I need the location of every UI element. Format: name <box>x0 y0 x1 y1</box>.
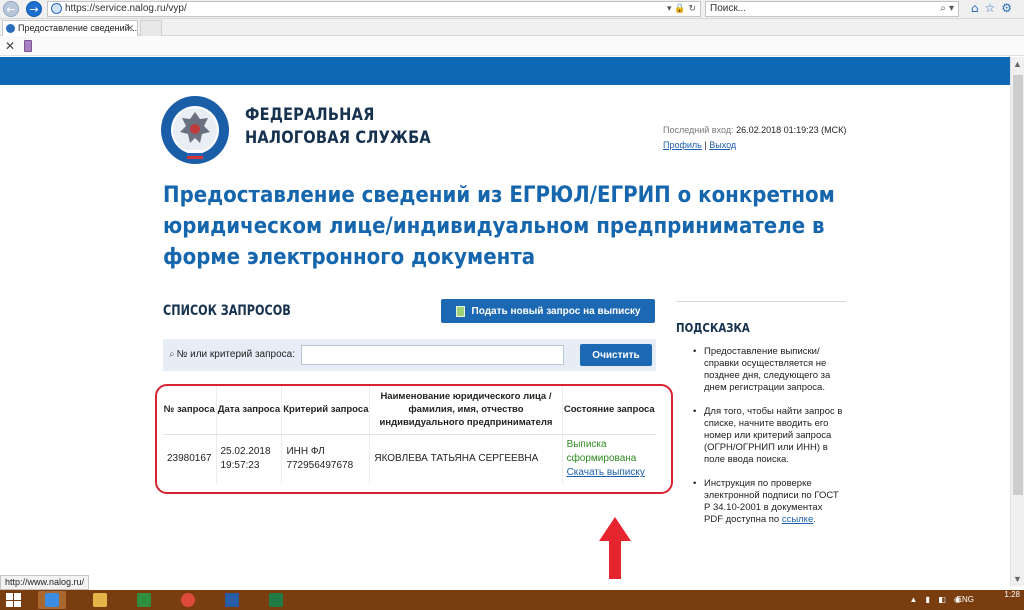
command-bar: ✕ <box>0 36 1024 56</box>
arrow-left-icon: ← <box>6 2 16 16</box>
scroll-up-icon[interactable]: ▲ <box>1013 59 1022 69</box>
close-icon[interactable]: ✕ <box>5 39 15 53</box>
hint-item-text: Инструкция по проверке электронной подпи… <box>704 478 839 525</box>
request-number: 23980167 <box>163 434 217 484</box>
lock-refresh-icons[interactable]: ▾ 🔒 ↻ <box>667 2 696 16</box>
red-up-arrow-icon <box>599 517 631 579</box>
hint-item: Для того, чтобы найти запрос в списке, н… <box>693 406 843 466</box>
column-header-number: № запроса <box>163 386 217 435</box>
browser-tab-active[interactable]: Предоставление сведений... ✕ <box>2 20 138 36</box>
new-request-button[interactable]: Подать новый запрос на выписку <box>441 299 655 323</box>
windows-taskbar: ▲ ▮ ◧ ◉ ENG 1:28 <box>0 590 1024 610</box>
org-name-line2: НАЛОГОВАЯ СЛУЖБА <box>245 128 431 148</box>
column-header-date: Дата запроса <box>216 386 283 435</box>
hint-link-suffix: . <box>813 514 816 525</box>
request-date: 25.02.2018 19:57:23 <box>216 434 283 484</box>
favicon-icon <box>6 24 15 33</box>
back-button[interactable]: ← <box>3 1 19 17</box>
request-search-input[interactable] <box>301 345 564 365</box>
forward-button[interactable]: → <box>26 1 42 17</box>
last-login-label: Последний вход: <box>663 125 734 135</box>
extension-icon[interactable] <box>24 40 32 52</box>
browser-nav-bar: ← → https://service.nalog.ru/vyp/ ▾ 🔒 ↻ … <box>0 0 1024 19</box>
taskbar-ie-icon[interactable] <box>38 591 66 609</box>
taskbar-explorer-icon[interactable] <box>86 591 114 609</box>
new-tab-button[interactable] <box>140 20 162 36</box>
address-url: https://service.nalog.ru/vyp/ <box>65 3 187 14</box>
column-header-name: Наименование юридического лица / фамилия… <box>369 386 563 435</box>
filter-label: ⌕ № или критерий запроса: <box>169 349 295 360</box>
tab-strip: Предоставление сведений... ✕ <box>0 19 1024 36</box>
download-extract-link[interactable]: Скачать выписку <box>567 467 645 478</box>
requests-table: № запроса Дата запроса Критерий запроса … <box>163 386 656 486</box>
status-line2: сформирована <box>566 453 637 465</box>
clear-button[interactable]: Очистить <box>580 344 652 366</box>
address-bar[interactable]: https://service.nalog.ru/vyp/ ▾ 🔒 ↻ <box>47 1 701 17</box>
site-top-band <box>0 57 1010 85</box>
org-name: ФЕДЕРАЛЬНАЯ НАЛОГОВАЯ СЛУЖБА <box>245 104 431 150</box>
last-login: Последний вход: 26.02.2018 01:19:23 (МСК… <box>663 125 846 135</box>
search-icon: ⌕ <box>169 349 175 360</box>
request-date-day: 25.02.2018 <box>220 446 271 458</box>
taskbar-excel-icon[interactable] <box>262 591 290 609</box>
entity-name: ЯКОВЛЕВА ТАТЬЯНА СЕРГЕЕВНА <box>369 434 563 484</box>
org-name-line1: ФЕДЕРАЛЬНАЯ <box>245 105 375 125</box>
logout-link[interactable]: Выход <box>709 140 736 150</box>
request-criterion: ИНН ФЛ 772956497678 <box>281 434 371 484</box>
search-placeholder: Поиск... <box>710 3 747 14</box>
profile-link[interactable]: Профиль <box>663 140 702 150</box>
fns-emblem-logo[interactable] <box>160 95 230 165</box>
tab-title: Предоставление сведений... <box>18 23 138 33</box>
home-favorites-settings-icons[interactable]: ⌂☆⚙ <box>971 1 1018 15</box>
hint-heading: ПОДСКАЗКА <box>676 320 750 335</box>
request-status: Выписка сформирована Скачать выписку <box>562 434 656 484</box>
hint-item: Предоставление выписки/справки осуществл… <box>693 346 843 394</box>
hint-list: Предоставление выписки/справки осуществл… <box>693 346 843 538</box>
page-title-text: Предоставление сведений из ЕГРЮЛ/ЕГРИП о… <box>163 182 835 270</box>
document-icon <box>455 305 465 317</box>
status-line1: Выписка <box>566 439 607 451</box>
filter-label-text: № или критерий запроса: <box>176 349 295 360</box>
new-request-label: Подать новый запрос на выписку <box>471 305 641 317</box>
column-header-criterion: Критерий запроса <box>281 386 371 435</box>
arrow-right-icon: → <box>29 2 39 16</box>
column-header-status: Состояние запроса <box>562 386 656 435</box>
language-indicator[interactable]: ENG <box>957 595 974 604</box>
hint-item: Инструкция по проверке электронной подпи… <box>693 478 843 526</box>
taskbar-project-icon[interactable] <box>130 591 158 609</box>
scroll-down-icon[interactable]: ▼ <box>1013 574 1022 584</box>
criterion-type: ИНН ФЛ <box>286 446 325 458</box>
requests-list-heading: СПИСОК ЗАПРОСОВ <box>163 303 291 319</box>
request-date-time: 19:57:23 <box>220 460 260 472</box>
browser-search-input[interactable]: Поиск... ⌕ ▾ <box>705 1 959 17</box>
page-title: Предоставление сведений из ЕГРЮЛ/ЕГРИП о… <box>163 180 835 273</box>
page-scrollbar[interactable]: ▲ ▼ <box>1010 57 1024 586</box>
site-globe-icon <box>51 3 62 14</box>
windows-start-icon[interactable] <box>6 593 21 607</box>
instruction-link[interactable]: ссылке <box>782 514 813 525</box>
status-bar-url: http://www.nalog.ru/ <box>0 575 90 590</box>
table-row: 23980167 25.02.2018 19:57:23 ИНН ФЛ 7729… <box>163 434 656 484</box>
hint-divider <box>676 301 846 302</box>
scroll-thumb[interactable] <box>1013 75 1023 495</box>
last-login-value: 26.02.2018 01:19:23 (МСК) <box>736 125 847 135</box>
close-tab-icon[interactable]: ✕ <box>126 21 134 35</box>
link-separator: | <box>704 140 707 150</box>
request-filter-bar: ⌕ № или критерий запроса: Очистить <box>163 339 656 371</box>
table-header-row: № запроса Дата запроса Критерий запроса … <box>163 386 656 435</box>
taskbar-chrome-icon[interactable] <box>174 591 202 609</box>
criterion-value: 772956497678 <box>286 460 354 472</box>
taskbar-word-icon[interactable] <box>218 591 246 609</box>
clock[interactable]: 1:28 <box>1004 590 1020 600</box>
search-icon[interactable]: ⌕ ▾ <box>940 2 954 16</box>
account-links: Профиль | Выход <box>663 140 736 150</box>
